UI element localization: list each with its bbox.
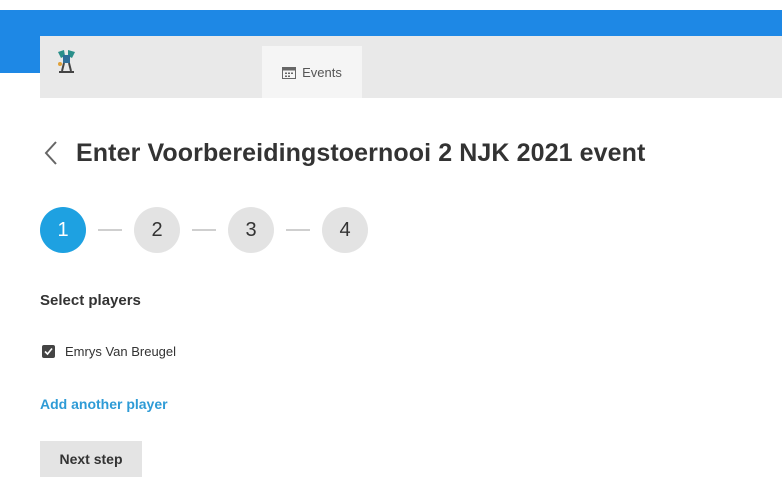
- tab-events[interactable]: Events: [262, 46, 362, 98]
- step-1[interactable]: 1: [40, 207, 86, 253]
- step-connector: [286, 229, 310, 231]
- page-header: Enter Voorbereidingstoernooi 2 NJK 2021 …: [40, 133, 645, 173]
- step-3[interactable]: 3: [228, 207, 274, 253]
- stepper: 1 2 3 4: [40, 207, 368, 253]
- step-2[interactable]: 2: [134, 207, 180, 253]
- next-step-button[interactable]: Next step: [40, 441, 142, 477]
- calendar-icon: [282, 66, 297, 79]
- player-name: Emrys Van Breugel: [65, 344, 177, 359]
- select-players-label: Select players: [40, 292, 141, 309]
- team-logo-icon[interactable]: [52, 46, 82, 76]
- chevron-left-icon[interactable]: [40, 138, 62, 168]
- player-checkbox[interactable]: [42, 345, 55, 358]
- page-title: Enter Voorbereidingstoernooi 2 NJK 2021 …: [76, 138, 646, 167]
- step-4[interactable]: 4: [322, 207, 368, 253]
- step-connector: [192, 229, 216, 231]
- player-list-item[interactable]: Emrys Van Breugel: [42, 344, 176, 359]
- tab-events-label: Events: [302, 64, 342, 80]
- nav-bar: Events: [40, 36, 782, 98]
- step-connector: [98, 229, 122, 231]
- add-player-link[interactable]: Add another player: [40, 396, 168, 412]
